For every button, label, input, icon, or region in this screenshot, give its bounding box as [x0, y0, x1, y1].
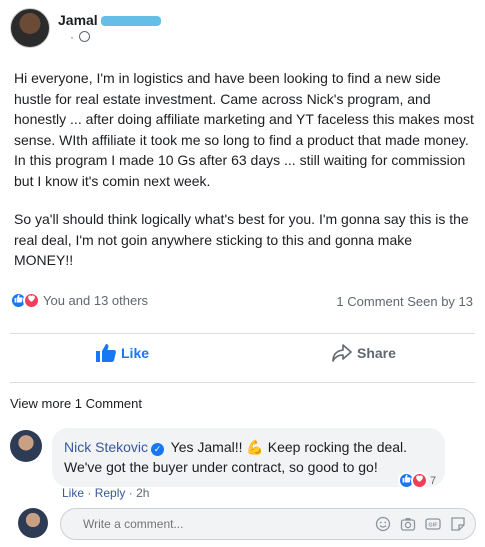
love-reaction-icon [411, 472, 428, 489]
separator: · [87, 486, 92, 500]
post-author-name[interactable]: Jamal [58, 12, 98, 28]
post-paragraph-1: Hi everyone, I'm in logistics and have b… [14, 70, 474, 189]
comment-actions: Like · Reply · 2h [62, 486, 149, 500]
comment-input-tools: GIF [375, 516, 466, 532]
share-button[interactable]: Share [332, 344, 396, 362]
gif-icon[interactable]: GIF [425, 516, 441, 532]
comment-author[interactable]: Nick Stekovic [64, 439, 148, 455]
divider [10, 382, 475, 383]
thumbs-up-icon [96, 344, 116, 362]
current-user-avatar [18, 508, 48, 538]
reactions-count-text[interactable]: You and 13 others [43, 293, 148, 308]
comment-timestamp[interactable]: 2h [136, 486, 149, 500]
reactions-summary[interactable]: You and 13 others [10, 292, 148, 309]
post-header: Jamal · [10, 8, 470, 52]
separator: · [128, 486, 133, 500]
globe-icon[interactable] [79, 31, 91, 42]
view-more-comments[interactable]: View more 1 Comment [10, 396, 142, 411]
share-label: Share [357, 345, 396, 361]
post-author[interactable]: Jamal [58, 12, 161, 28]
like-button[interactable]: Like [96, 344, 149, 362]
svg-text:GIF: GIF [428, 523, 438, 529]
comment-reaction-count: 7 [430, 474, 437, 487]
post-stats[interactable]: 1 Comment Seen by 13 [336, 294, 473, 309]
comment-reactions[interactable]: 7 [398, 472, 436, 489]
redacted-surname [100, 16, 161, 27]
divider [10, 333, 475, 334]
post-actions: Like Share [0, 344, 485, 380]
write-comment-row: GIF [10, 505, 480, 541]
love-reaction-icon [23, 292, 40, 309]
meta-separator: · [70, 30, 74, 44]
camera-icon[interactable] [400, 516, 416, 532]
author-avatar[interactable] [10, 8, 50, 48]
comment-like-link[interactable]: Like [62, 486, 84, 500]
commenter-avatar[interactable] [10, 430, 42, 462]
post-meta: · [70, 30, 91, 44]
emoji-icon[interactable] [375, 516, 391, 532]
verified-badge-icon: ✓ [151, 443, 165, 456]
comment-reply-link[interactable]: Reply [95, 486, 126, 500]
comment-bubble: Nick Stekovic ✓ Yes Jamal!! 💪 Keep rockin… [52, 428, 445, 487]
post-paragraph-2: So ya'll should think logically what's b… [14, 211, 469, 268]
post-body: Hi everyone, I'm in logistics and have b… [14, 68, 474, 289]
like-label: Like [121, 345, 150, 361]
sticker-icon[interactable] [450, 516, 466, 532]
share-arrow-icon [332, 344, 352, 362]
